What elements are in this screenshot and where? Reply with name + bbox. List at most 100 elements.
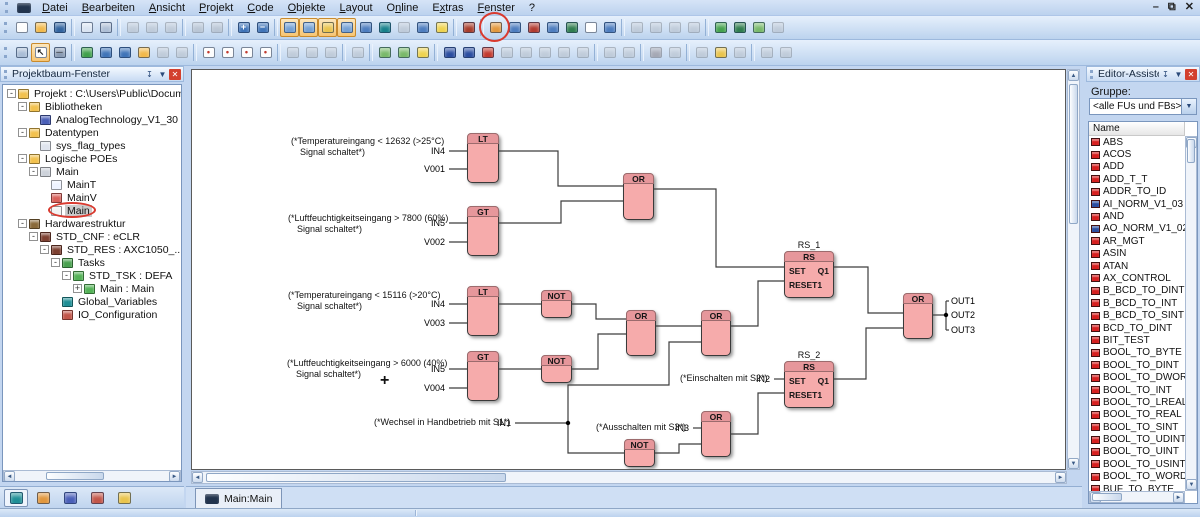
- new-file-button[interactable]: [12, 18, 31, 37]
- autoconnect-button[interactable]: [77, 43, 96, 62]
- chevron-down-icon[interactable]: ▼: [156, 68, 169, 80]
- tree-hscroll[interactable]: ◄►: [3, 470, 181, 482]
- ld-contact-button[interactable]: [440, 43, 459, 62]
- tree-item-projekt-c-users-public-documents-f[interactable]: -Projekt : C:\Users\Public\Documents\F: [3, 87, 181, 100]
- fbd-block-not-not2[interactable]: NOT: [541, 355, 572, 383]
- collapse-expander-icon[interactable]: -: [40, 245, 49, 254]
- fb-list-item-bcd-to-dint[interactable]: BCD_TO_DINT: [1089, 322, 1185, 334]
- fbd-block-or-or2[interactable]: OR: [626, 310, 656, 356]
- fb-list-hscroll[interactable]: ◄►: [1089, 491, 1185, 503]
- download-button[interactable]: [749, 18, 768, 37]
- diagram-comment[interactable]: (*Wechsel in Handbetrieb mit S1*): [374, 417, 510, 428]
- fbd-block-or-or3[interactable]: OR: [701, 310, 731, 356]
- fb-list-item-ai-norm-v1-03[interactable]: AI_NORM_V1_03: [1089, 198, 1185, 210]
- editor-hscroll-right[interactable]: ►: [1055, 472, 1066, 483]
- fb-list-item-bool-to-dint[interactable]: BOOL_TO_DINT: [1089, 359, 1185, 371]
- fb-list-item-b-bcd-to-int[interactable]: B_BCD_TO_INT: [1089, 297, 1185, 309]
- fb-list-item-bool-to-uint[interactable]: BOOL_TO_UINT: [1089, 446, 1185, 458]
- fb-list-item-and[interactable]: AND: [1089, 210, 1185, 222]
- toolbar2-grip[interactable]: [4, 47, 9, 58]
- tree-item-bibliotheken[interactable]: -Bibliotheken: [3, 100, 181, 113]
- tree-item-sys-flag-types[interactable]: sys_flag_types: [3, 139, 181, 152]
- diagram-comment[interactable]: (*Ausschalten mit S3*): [596, 422, 686, 433]
- menu-bearbeiten[interactable]: Bearbeiten: [75, 1, 142, 15]
- worksheet-tab-main[interactable]: Main:Main: [195, 488, 282, 508]
- port-label-out1[interactable]: OUT1: [951, 296, 975, 306]
- zoom-out-button[interactable]: −: [253, 18, 272, 37]
- menu-fenster[interactable]: Fenster: [471, 1, 522, 15]
- port-label-v003[interactable]: V003: [424, 318, 445, 328]
- insert-network-button[interactable]: [375, 43, 394, 62]
- collapse-expander-icon[interactable]: -: [62, 271, 71, 280]
- open-variables-worksheet-button[interactable]: [486, 18, 505, 37]
- tab-instances[interactable]: [4, 489, 28, 507]
- port-label-out2[interactable]: OUT2: [951, 310, 975, 320]
- fbd-block-rs_2[interactable]: RSRS_2SETQ1RESET1: [784, 361, 834, 408]
- open-project-button[interactable]: [31, 18, 50, 37]
- fb-list-item-add[interactable]: ADD: [1089, 161, 1185, 173]
- tree-item-std-cnf-eclr[interactable]: -STD_CNF : eCLR: [3, 230, 181, 243]
- menu-online[interactable]: Online: [380, 1, 426, 15]
- pin-icon[interactable]: ↧: [1159, 68, 1172, 80]
- tree-hscroll-left[interactable]: ◄: [4, 471, 15, 482]
- menu-layout[interactable]: Layout: [333, 1, 380, 15]
- fb-list-item-bool-to-byte[interactable]: BOOL_TO_BYTE: [1089, 347, 1185, 359]
- fb-list-item-bool-to-real[interactable]: BOOL_TO_REAL: [1089, 409, 1185, 421]
- collapse-expander-icon[interactable]: -: [18, 128, 27, 137]
- fbd-block-rs_1[interactable]: RSRS_1SETQ1RESET1: [784, 251, 834, 298]
- fbd-block-not-not3[interactable]: NOT: [624, 439, 655, 467]
- window-fbd-button[interactable]: [505, 18, 524, 37]
- project-control-button[interactable]: [730, 18, 749, 37]
- collapse-expander-icon[interactable]: -: [18, 219, 27, 228]
- branch-mode-button[interactable]: [115, 43, 134, 62]
- fb-list-item-abs[interactable]: ABS: [1089, 136, 1185, 148]
- diagram-comment[interactable]: (*Luftfeuchtigkeitseingang > 7800 (60%)S…: [288, 213, 448, 235]
- menu-datei[interactable]: Datei: [35, 1, 75, 15]
- editor-vscroll-up[interactable]: ▲: [1068, 70, 1079, 81]
- toolbar1-grip[interactable]: [4, 22, 9, 33]
- ld-contact-parallel-button[interactable]: [459, 43, 478, 62]
- tree-item-io-configuration[interactable]: IO_Configuration: [3, 308, 181, 321]
- collapse-expander-icon[interactable]: -: [51, 258, 60, 267]
- tree-hscroll-thumb[interactable]: [46, 472, 104, 480]
- layers-button[interactable]: [413, 43, 432, 62]
- tab-io[interactable]: [112, 489, 136, 507]
- fb-list-vscroll-down[interactable]: ▼: [1186, 479, 1197, 490]
- fb-list-hscroll-thumb[interactable]: [1092, 493, 1122, 501]
- fbd-block-gt-gt2[interactable]: GT: [467, 351, 499, 401]
- print-button[interactable]: [96, 18, 115, 37]
- new-var-worksheet-button[interactable]: •: [218, 43, 237, 62]
- menu-extras[interactable]: Extras: [425, 1, 470, 15]
- fb-list-item-atan[interactable]: ATAN: [1089, 260, 1185, 272]
- split-window-button[interactable]: [413, 18, 432, 37]
- fb-list-item-bool-to-lreal[interactable]: BOOL_TO_LREAL: [1089, 396, 1185, 408]
- menubar-grip[interactable]: [5, 2, 10, 13]
- tree-item-hardwarestruktur[interactable]: -Hardwarestruktur: [3, 217, 181, 230]
- ld-coil-button[interactable]: [478, 43, 497, 62]
- fb-list-item-buf-to-byte[interactable]: BUF_TO_BYTE: [1089, 483, 1185, 491]
- online-view-button[interactable]: [375, 18, 394, 37]
- fbd-block-or-or5[interactable]: OR: [701, 411, 731, 457]
- fb-list-vscroll-thumb[interactable]: [1187, 139, 1195, 163]
- expand-expander-icon[interactable]: +: [73, 284, 82, 293]
- editor-hscroll-left[interactable]: ◄: [192, 472, 203, 483]
- port-label-v001[interactable]: V001: [424, 164, 445, 174]
- tab-hardware[interactable]: [85, 489, 109, 507]
- fb-list-item-bool-to-udint[interactable]: BOOL_TO_UDINT: [1089, 433, 1185, 445]
- fb-list-item-asin[interactable]: ASIN: [1089, 248, 1185, 260]
- add-to-project-button[interactable]: [134, 43, 153, 62]
- fb-list-item-ar-mgt[interactable]: AR_MGT: [1089, 235, 1185, 247]
- editor-hscroll[interactable]: ◄►: [191, 471, 1067, 484]
- window-cascade-button[interactable]: [600, 18, 619, 37]
- port-label-v002[interactable]: V002: [424, 237, 445, 247]
- fb-list-item-b-bcd-to-dint[interactable]: B_BCD_TO_DINT: [1089, 285, 1185, 297]
- fbd-block-or-or4[interactable]: OR: [903, 293, 933, 339]
- editor-vscroll[interactable]: ▲▼: [1067, 69, 1080, 470]
- fbd-block-gt-gt1[interactable]: GT: [467, 206, 499, 256]
- debug-mode-button[interactable]: [459, 18, 478, 37]
- close-icon[interactable]: ✕: [1185, 69, 1197, 80]
- tree-hscroll-right[interactable]: ►: [169, 471, 180, 482]
- window-new-button[interactable]: [581, 18, 600, 37]
- tab-library[interactable]: [58, 489, 82, 507]
- new-code-worksheet-button[interactable]: •: [199, 43, 218, 62]
